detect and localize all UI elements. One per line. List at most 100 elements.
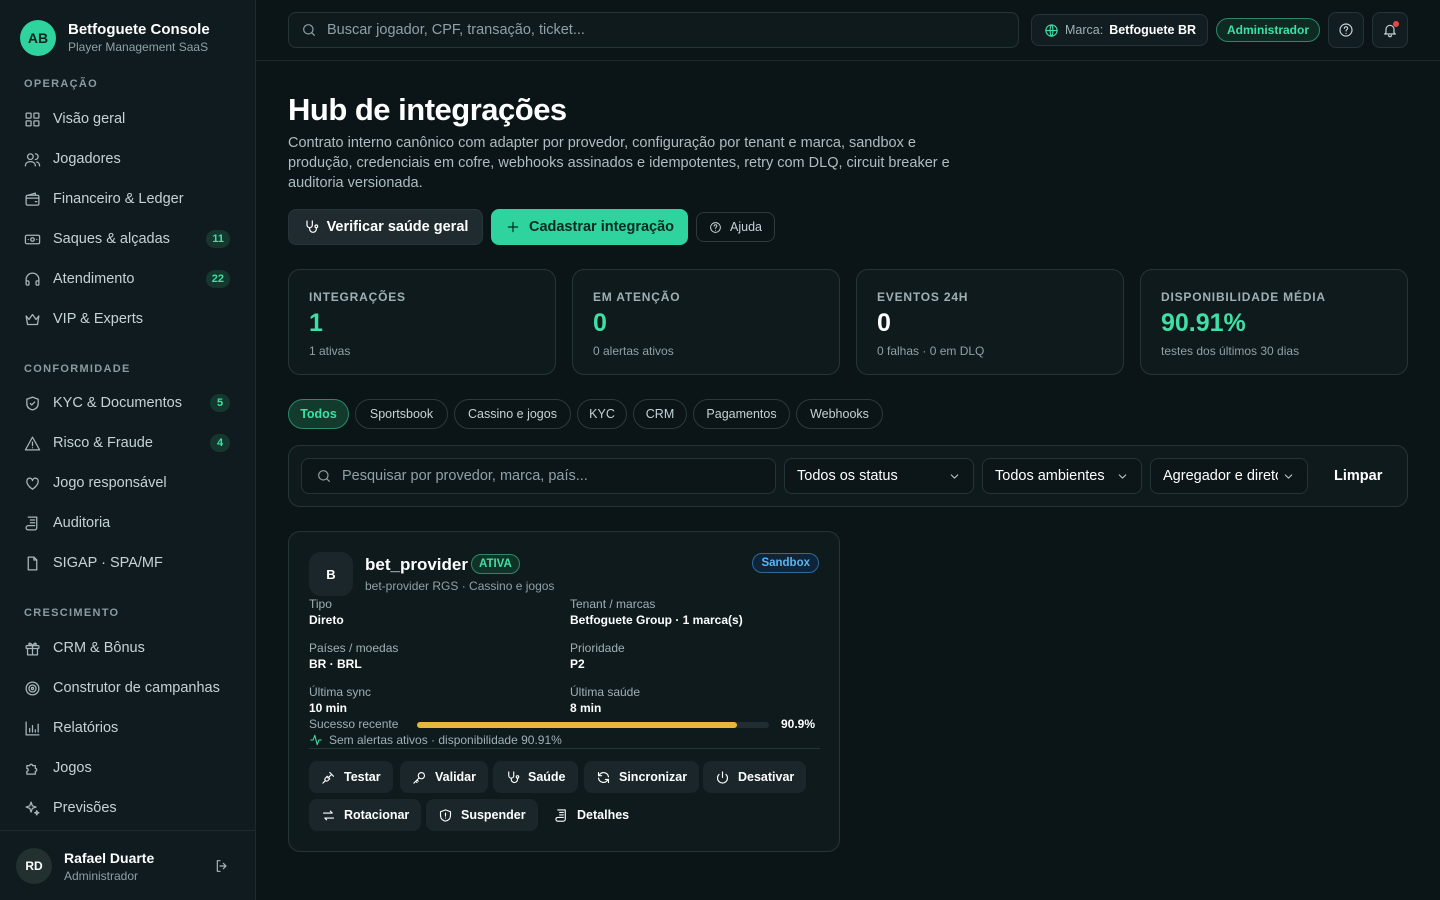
- filter-chip-webhooks[interactable]: Webhooks: [796, 399, 883, 429]
- last-health-value: 8 min: [570, 701, 602, 715]
- sidebar-item-jogos[interactable]: Jogos: [12, 750, 244, 786]
- health-label: Saúde: [528, 770, 566, 784]
- last-sync-label: Última sync: [309, 685, 372, 699]
- target-icon: [24, 680, 53, 697]
- key-icon: [412, 770, 427, 785]
- headset-icon: [24, 271, 53, 288]
- count-badge: 4: [210, 434, 230, 452]
- brand-name: Betfoguete Console: [68, 21, 210, 38]
- count-badge: 22: [205, 270, 230, 288]
- file-icon: [24, 555, 53, 572]
- details-button[interactable]: Detalhes: [542, 799, 641, 831]
- filter-chip-kyc[interactable]: KYC: [577, 399, 627, 429]
- filter-chip-crm[interactable]: CRM: [633, 399, 687, 429]
- stat-value: 1: [309, 309, 323, 337]
- sidebar-item-label: VIP & Experts: [53, 311, 143, 327]
- sidebar-item-saques[interactable]: Saques & alçadas 11: [12, 221, 244, 257]
- priority-value: P2: [570, 657, 585, 671]
- global-search-input[interactable]: Buscar jogador, CPF, transação, ticket..…: [288, 12, 1019, 48]
- rotate-button[interactable]: Rotacionar: [309, 799, 422, 831]
- sparkles-icon: [24, 800, 53, 817]
- sidebar-item-visao-geral[interactable]: Visão geral: [12, 101, 244, 137]
- last-health-label: Última saúde: [570, 685, 641, 699]
- filter-chip-sportsbook[interactable]: Sportsbook: [355, 399, 448, 429]
- clear-filters-button[interactable]: Limpar: [1334, 468, 1382, 484]
- filter-chip-todos[interactable]: Todos: [288, 399, 349, 429]
- type-value: Direto: [309, 613, 344, 627]
- sidebar-item-crm[interactable]: CRM & Bônus: [12, 630, 244, 666]
- avatar[interactable]: RD: [16, 848, 52, 884]
- health-button[interactable]: Saúde: [493, 761, 578, 793]
- filter-chip-pagamentos[interactable]: Pagamentos: [693, 399, 790, 429]
- logout-icon[interactable]: [214, 858, 230, 874]
- validate-label: Validar: [435, 770, 476, 784]
- nav-section-crescimento: CRESCIMENTO: [24, 607, 120, 619]
- sidebar-item-label: Jogo responsável: [53, 475, 167, 491]
- sidebar-item-sigap[interactable]: SIGAP · SPA/MF: [12, 545, 244, 581]
- sidebar-item-kyc[interactable]: KYC & Documentos 5: [12, 385, 244, 421]
- help-button[interactable]: [1328, 12, 1364, 48]
- page-title: Hub de integrações: [288, 92, 567, 127]
- environment-select[interactable]: Todos ambientes: [982, 458, 1142, 494]
- notifications-button[interactable]: [1372, 12, 1408, 48]
- scroll-icon: [24, 515, 53, 532]
- register-label: Cadastrar integração: [528, 219, 675, 235]
- test-button[interactable]: Testar: [309, 761, 393, 793]
- validate-button[interactable]: Validar: [400, 761, 488, 793]
- stat-label: DISPONIBILIDADE MÉDIA: [1161, 290, 1326, 304]
- user-role: Administrador: [64, 869, 139, 883]
- last-sync-value: 10 min: [309, 701, 348, 715]
- provider-subtitle: bet-provider RGS · Cassino e jogos: [365, 579, 555, 593]
- stat-value: 90.91%: [1161, 309, 1246, 337]
- gift-icon: [24, 640, 53, 657]
- sidebar-item-label: CRM & Bônus: [53, 640, 145, 656]
- type-select[interactable]: Agregador e direto: [1150, 458, 1308, 494]
- sidebar-item-label: Visão geral: [53, 111, 126, 127]
- user-name: Rafael Duarte: [64, 850, 155, 866]
- swap-icon: [321, 808, 336, 823]
- wallet-icon: [24, 191, 53, 208]
- provider-avatar: B: [309, 552, 353, 596]
- sidebar-item-label: Auditoria: [53, 515, 111, 531]
- provider-search-input[interactable]: Pesquisar por provedor, marca, país...: [301, 458, 776, 494]
- sidebar-item-relatorios[interactable]: Relatórios: [12, 710, 244, 746]
- environment-select-value: Todos ambientes: [995, 468, 1105, 484]
- provider-name[interactable]: bet_provider: [365, 555, 468, 575]
- sidebar-item-financeiro[interactable]: Financeiro & Ledger: [12, 181, 244, 217]
- sidebar-item-vip[interactable]: VIP & Experts: [12, 301, 244, 337]
- help-link-button[interactable]: Ajuda: [696, 212, 775, 242]
- sidebar-item-label: Relatórios: [53, 720, 119, 736]
- sidebar-item-atendimento[interactable]: Atendimento 22: [12, 261, 244, 297]
- brand-value: Betfoguete BR: [1109, 23, 1197, 37]
- sidebar-item-label: Jogadores: [53, 151, 121, 167]
- sidebar-item-jogadores[interactable]: Jogadores: [12, 141, 244, 177]
- health-note: Sem alertas ativos · disponibilidade 90.…: [309, 733, 562, 747]
- sidebar-item-risco[interactable]: Risco & Fraude 4: [12, 425, 244, 461]
- role-badge: Administrador: [1216, 18, 1320, 42]
- stat-label: INTEGRAÇÕES: [309, 290, 406, 304]
- sync-label: Sincronizar: [619, 770, 688, 784]
- nav-section-operacao: OPERAÇÃO: [24, 78, 98, 90]
- stat-card-eventos: EVENTOS 24H 0 0 falhas · 0 em DLQ: [856, 269, 1124, 375]
- sidebar-item-previsoes[interactable]: Previsões: [12, 790, 244, 826]
- filter-chip-cassino[interactable]: Cassino e jogos: [454, 399, 571, 429]
- sidebar-item-label: Jogos: [53, 760, 92, 776]
- search-icon: [316, 468, 332, 484]
- stat-value: 0: [877, 309, 891, 337]
- chevron-down-icon: [1112, 470, 1129, 483]
- health-check-button[interactable]: Verificar saúde geral: [288, 209, 483, 245]
- sidebar-item-jogo-responsavel[interactable]: Jogo responsável: [12, 465, 244, 501]
- sync-button[interactable]: Sincronizar: [584, 761, 700, 793]
- sidebar-item-campanhas[interactable]: Construtor de campanhas: [12, 670, 244, 706]
- status-select[interactable]: Todos os status: [784, 458, 974, 494]
- sidebar-item-label: Financeiro & Ledger: [53, 191, 184, 207]
- suspend-button[interactable]: Suspender: [426, 799, 538, 831]
- deactivate-button[interactable]: Desativar: [703, 761, 807, 793]
- stat-card-atencao: EM ATENÇÃO 0 0 alertas ativos: [572, 269, 840, 375]
- refresh-icon: [596, 770, 611, 785]
- brand-selector[interactable]: Marca: Betfoguete BR: [1031, 14, 1208, 46]
- stat-value: 0: [593, 309, 607, 337]
- brand[interactable]: AB Betfoguete Console Player Management …: [20, 20, 210, 56]
- sidebar-item-auditoria[interactable]: Auditoria: [12, 505, 244, 541]
- register-integration-button[interactable]: Cadastrar integração: [491, 209, 688, 245]
